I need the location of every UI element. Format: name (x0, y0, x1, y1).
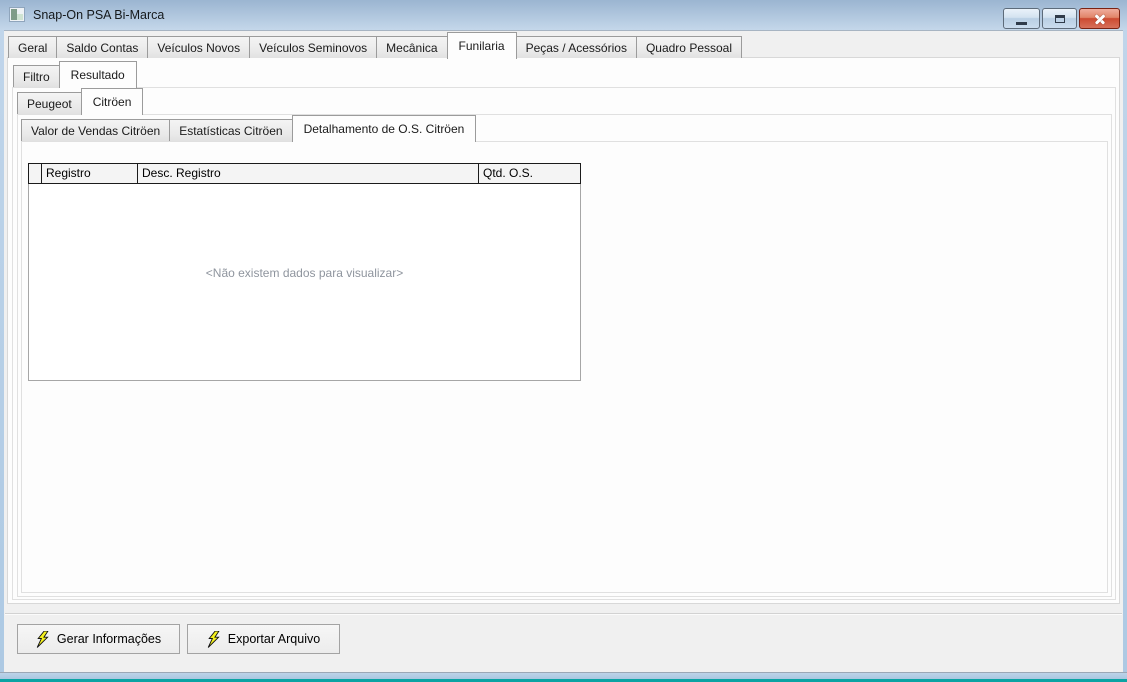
tab-citroen[interactable]: Citröen (80, 88, 144, 115)
grid-column-header-qtd-o-s[interactable]: Qtd. O.S. (479, 164, 580, 183)
minimize-icon (1016, 22, 1027, 25)
maximize-icon (1054, 14, 1065, 23)
exportar-arquivo-button[interactable]: Exportar Arquivo (187, 624, 340, 654)
tab-valor-de-vendas-citroen[interactable]: Valor de Vendas Citröen (21, 119, 171, 141)
caption-buttons (1003, 8, 1120, 29)
tab-funilaria[interactable]: Funilaria (446, 32, 517, 59)
titlebar[interactable]: Snap-On PSA Bi-Marca (0, 0, 1127, 31)
tab-geral[interactable]: Geral (8, 36, 58, 58)
gerar-informacoes-button[interactable]: Gerar Informações (17, 624, 180, 654)
close-button[interactable] (1079, 8, 1120, 29)
main-tabs: Geral Saldo Contas Veículos Novos Veículos … (8, 32, 743, 59)
grid-column-header-indicator[interactable] (29, 164, 42, 183)
action-bar: Gerar Informações Exportar Arquivo (0, 614, 1127, 672)
tab-pecas-acessorios[interactable]: Peças / Acessórios (515, 36, 637, 58)
grid-column-header-desc-registro[interactable]: Desc. Registro (138, 164, 479, 183)
exportar-arquivo-button-label: Exportar Arquivo (227, 632, 321, 646)
gerar-informacoes-button-label: Gerar Informações (56, 632, 162, 646)
minimize-button[interactable] (1003, 8, 1040, 29)
tab-veiculos-novos[interactable]: Veículos Novos (147, 36, 251, 58)
view-tabs: Filtro Resultado (13, 61, 137, 88)
grid-header: Registro Desc. Registro Qtd. O.S. (28, 163, 581, 184)
lightning-icon (207, 630, 220, 648)
tab-detalhamento-de-o-s-citroen[interactable]: Detalhamento de O.S. Citröen (291, 115, 477, 142)
grid-empty-message: <Não existem dados para visualizar> (205, 266, 404, 280)
os-detail-grid[interactable]: Registro Desc. Registro Qtd. O.S. <Não exi… (28, 163, 581, 381)
tab-resultado[interactable]: Resultado (58, 61, 137, 88)
tab-saldo-contas[interactable]: Saldo Contas (56, 36, 149, 58)
grid-column-header-registro[interactable]: Registro (42, 164, 138, 183)
report-tabs: Valor de Vendas Citröen Estatísticas Citr… (21, 115, 477, 142)
lightning-icon (36, 630, 49, 648)
brand-tabs: Peugeot Citröen (17, 88, 144, 115)
tab-mecanica[interactable]: Mecânica (376, 36, 448, 58)
window-border-bottom (0, 672, 1127, 682)
app-window: Snap-On PSA Bi-Marca Geral Saldo Contas Ve… (0, 0, 1127, 682)
maximize-button[interactable] (1042, 8, 1077, 29)
app-icon (9, 7, 25, 22)
tab-peugeot[interactable]: Peugeot (17, 92, 82, 114)
tab-veiculos-seminovos[interactable]: Veículos Seminovos (249, 36, 378, 58)
window-border-left (0, 30, 4, 672)
tab-estatisticas-citroen[interactable]: Estatísticas Citröen (169, 119, 293, 141)
window-border-right (1123, 30, 1127, 672)
tab-filtro[interactable]: Filtro (13, 65, 60, 87)
window-title: Snap-On PSA Bi-Marca (33, 8, 165, 22)
app-icon-detail (17, 14, 23, 20)
tab-quadro-pessoal[interactable]: Quadro Pessoal (635, 36, 743, 58)
